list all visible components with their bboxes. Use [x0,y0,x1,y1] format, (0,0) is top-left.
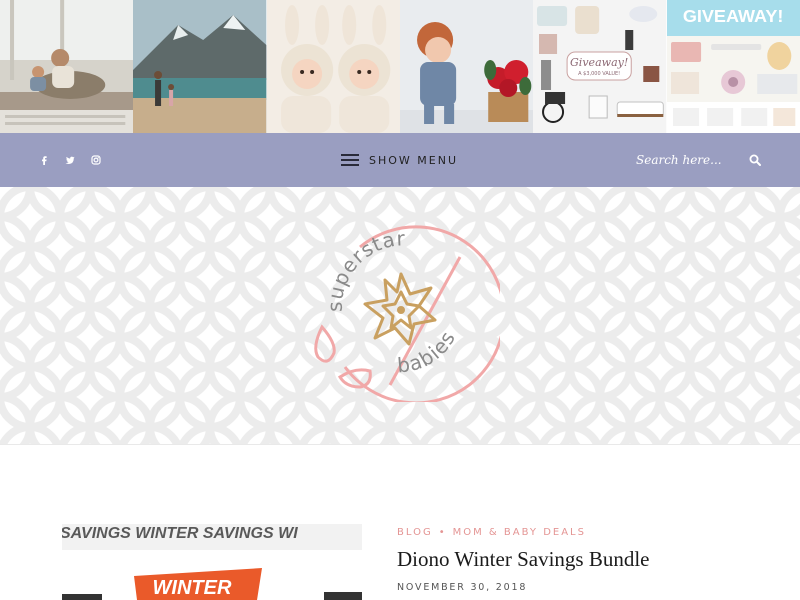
category-blog-link[interactable]: BLOG [397,527,433,538]
photo-twin-babies-bunny-hats[interactable] [266,0,400,133]
post-categories: BLOG • MOM & BABY DEALS [397,527,586,538]
logo-word-top: superstar [323,226,406,312]
giveaway-banner-headline: GIVEAWAY! [683,6,784,26]
giveaway-value-text: A $3,000 VALUE! [578,71,620,77]
main-navbar: SHOW MENU [0,133,800,187]
logo-word-bottom: babies [396,326,460,377]
post-title-link[interactable]: Diono Winter Savings Bundle [397,547,650,572]
show-menu-button[interactable]: SHOW MENU [341,133,458,187]
header-image-strip: Giveaway! A $3,000 VALUE! GIVEAWAY! [0,0,800,133]
site-header: superstar babies [0,187,800,445]
twitter-icon[interactable] [65,155,75,165]
photo-mother-child-window[interactable] [0,0,134,133]
show-menu-label: SHOW MENU [369,153,459,167]
search-input[interactable] [636,153,741,167]
photo-toddler-with-flowers[interactable] [399,0,534,133]
photo-family-mountain-lake[interactable] [133,0,267,133]
category-separator: • [438,527,447,538]
social-links [39,133,117,187]
logo-flower-icon [363,272,437,346]
thumbnail-badge-text: WINTER [153,577,232,599]
post-thumbnail[interactable]: SAVINGS WINTER SAVINGS WI WINTER [62,524,362,600]
giveaway-badge-text: Giveaway! [570,56,628,69]
hamburger-icon [341,154,359,166]
photo-giveaway-products[interactable]: Giveaway! A $3,000 VALUE! [533,0,667,133]
search-bar [636,133,766,187]
photo-giveaway-banner[interactable]: GIVEAWAY! [666,0,800,133]
facebook-icon[interactable] [39,155,49,165]
search-icon[interactable] [749,154,761,166]
post-date: NOVEMBER 30, 2018 [397,582,528,593]
site-logo[interactable]: superstar babies [300,217,500,402]
instagram-icon[interactable] [91,155,101,165]
category-mom-baby-deals-link[interactable]: MOM & BABY DEALS [453,527,586,538]
thumbnail-pattern-text: SAVINGS WINTER SAVINGS WI [62,525,298,542]
